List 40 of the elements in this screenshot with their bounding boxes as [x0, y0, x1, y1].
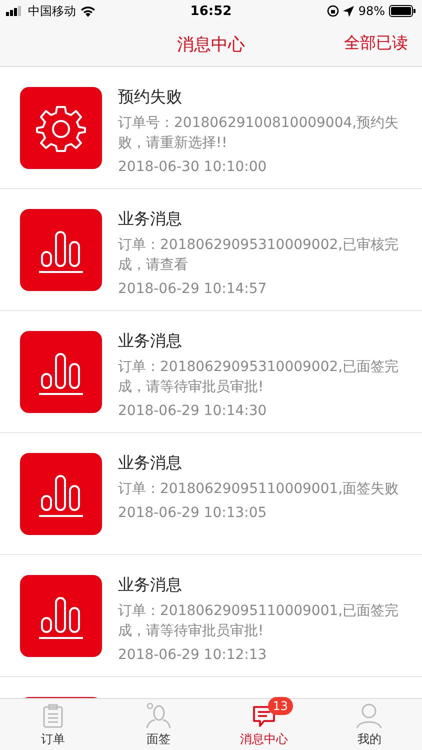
- mark-all-read-button[interactable]: 全部已读: [344, 33, 408, 54]
- message-time: 2018-06-29 10:12:13: [118, 647, 268, 663]
- message-text: 订单：20180629095310009002,已面签完成，请等待审批员审批!: [118, 358, 400, 397]
- tab[interactable]: 面签: [106, 699, 211, 750]
- tab[interactable]: 订单: [0, 699, 106, 750]
- message-item[interactable]: 业务消息 订单：20180629095110009001,面签失败 2018-06-29 10:13:05: [0, 433, 422, 555]
- battery-percent: 98%: [358, 4, 385, 18]
- message-time: 2018-06-30 10:10:00: [118, 159, 268, 175]
- message-icon: [252, 704, 276, 728]
- message-text: 订单号：20180629100810009004,预约失败，请重新选择!!: [118, 114, 400, 153]
- message-item[interactable]: 业务消息 订单：20180629095110009001,已面签完成，请等待审批员审批! 2018-06-29 10:12:13: [0, 555, 422, 677]
- clipboard-icon: [42, 704, 63, 728]
- message-title: 业务消息: [118, 331, 183, 351]
- carrier-name: 中国移动: [28, 2, 76, 20]
- battery-icon: [389, 5, 416, 17]
- clock-time: 16:52: [190, 4, 232, 18]
- wifi-icon: [80, 5, 96, 17]
- person-icon: [145, 703, 172, 729]
- message-time: 2018-06-29 10:14:57: [118, 281, 268, 297]
- message-item[interactable]: 预约失败 订单号：20180629100810009004,预约失败，请重新选择!! 2018-06-30 10:10:00: [0, 67, 422, 189]
- message-time: 2018-06-29 10:14:30: [118, 403, 268, 419]
- message-text: 订单：20180629095110009001,已面签完成，请等待审批员审批!: [118, 602, 400, 641]
- gear-icon: [36, 103, 86, 153]
- message-text: 订单：20180629095110009001,面签失败: [118, 480, 400, 499]
- message-title: 预约失败: [118, 87, 183, 107]
- rotation-lock-icon: [327, 5, 340, 17]
- user-icon: [356, 703, 382, 729]
- message-title: 业务消息: [118, 575, 183, 595]
- tab[interactable]: 我的: [316, 699, 422, 750]
- message-item[interactable]: 业务消息 订单：20180629095310009002,已审核完成，请查看 2018-06-29 10:14:57: [0, 189, 422, 311]
- message-text: 订单：20180629095310009002,已审核完成，请查看: [118, 236, 400, 275]
- message-title: 业务消息: [118, 209, 183, 229]
- location-icon: [343, 6, 354, 16]
- message-time: 2018-06-29 10:13:05: [118, 505, 268, 521]
- unread-count-badge: 13: [268, 697, 294, 715]
- signal-icon: [6, 6, 24, 16]
- message-title: 业务消息: [118, 453, 183, 473]
- page-title: 消息中心: [177, 34, 245, 56]
- message-item[interactable]: 业务消息 订单：20180629095310009002,已面签完成，请等待审批员审批! 2018-06-29 10:14:30: [0, 311, 422, 433]
- tab[interactable]: 13 消息中心: [211, 699, 316, 750]
